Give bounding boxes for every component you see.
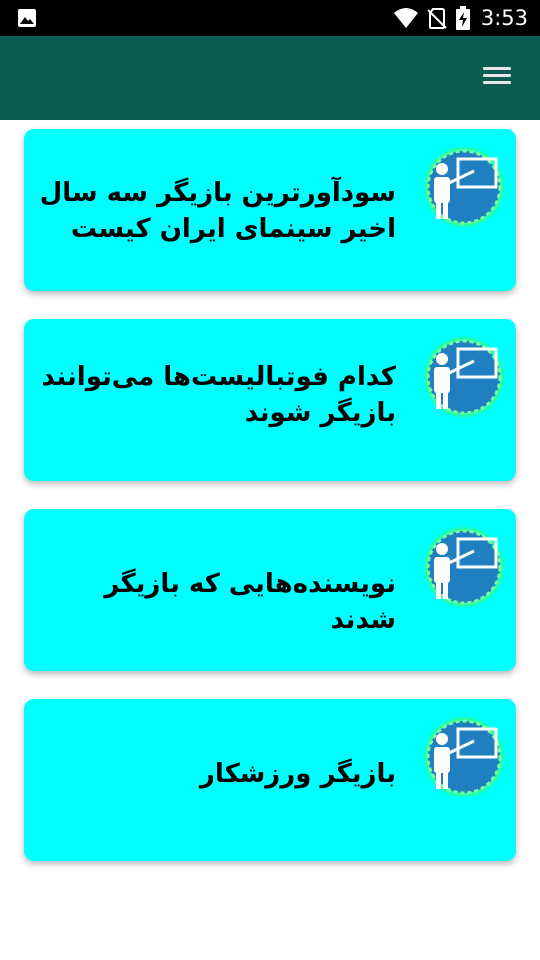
topic-list: سودآورترین بازیگر سه سال اخیر سینمای ایر… bbox=[0, 120, 540, 960]
teacher-board-icon bbox=[424, 717, 504, 797]
list-item-title: بازیگر ورزشکار bbox=[199, 759, 396, 789]
list-item[interactable]: بازیگر ورزشکار bbox=[24, 699, 516, 861]
status-icons: 3:53 bbox=[393, 0, 528, 36]
no-sim-icon bbox=[427, 8, 447, 29]
hamburger-menu-icon[interactable] bbox=[482, 63, 512, 93]
list-item-title: سودآورترین بازیگر سه سال اخیر سینمای ایر… bbox=[39, 178, 396, 244]
wifi-icon bbox=[393, 8, 418, 28]
list-item-title: نویسنده‌هایی که بازیگر شدند bbox=[104, 569, 396, 635]
teacher-board-icon bbox=[424, 337, 504, 417]
list-item[interactable]: نویسنده‌هایی که بازیگر شدند bbox=[24, 509, 516, 671]
list-item-title: کدام فوتبالیست‌ها می‌توانند بازیگر شوند bbox=[41, 362, 396, 428]
list-item[interactable]: سودآورترین بازیگر سه سال اخیر سینمای ایر… bbox=[24, 129, 516, 291]
status-bar: 3:53 bbox=[0, 0, 540, 36]
app-bar bbox=[0, 36, 540, 120]
status-time: 3:53 bbox=[480, 6, 528, 30]
teacher-board-icon bbox=[424, 147, 504, 227]
list-item[interactable]: کدام فوتبالیست‌ها می‌توانند بازیگر شوند bbox=[24, 319, 516, 481]
teacher-board-icon bbox=[424, 527, 504, 607]
battery-charging-icon bbox=[455, 6, 470, 30]
image-icon bbox=[18, 9, 36, 27]
